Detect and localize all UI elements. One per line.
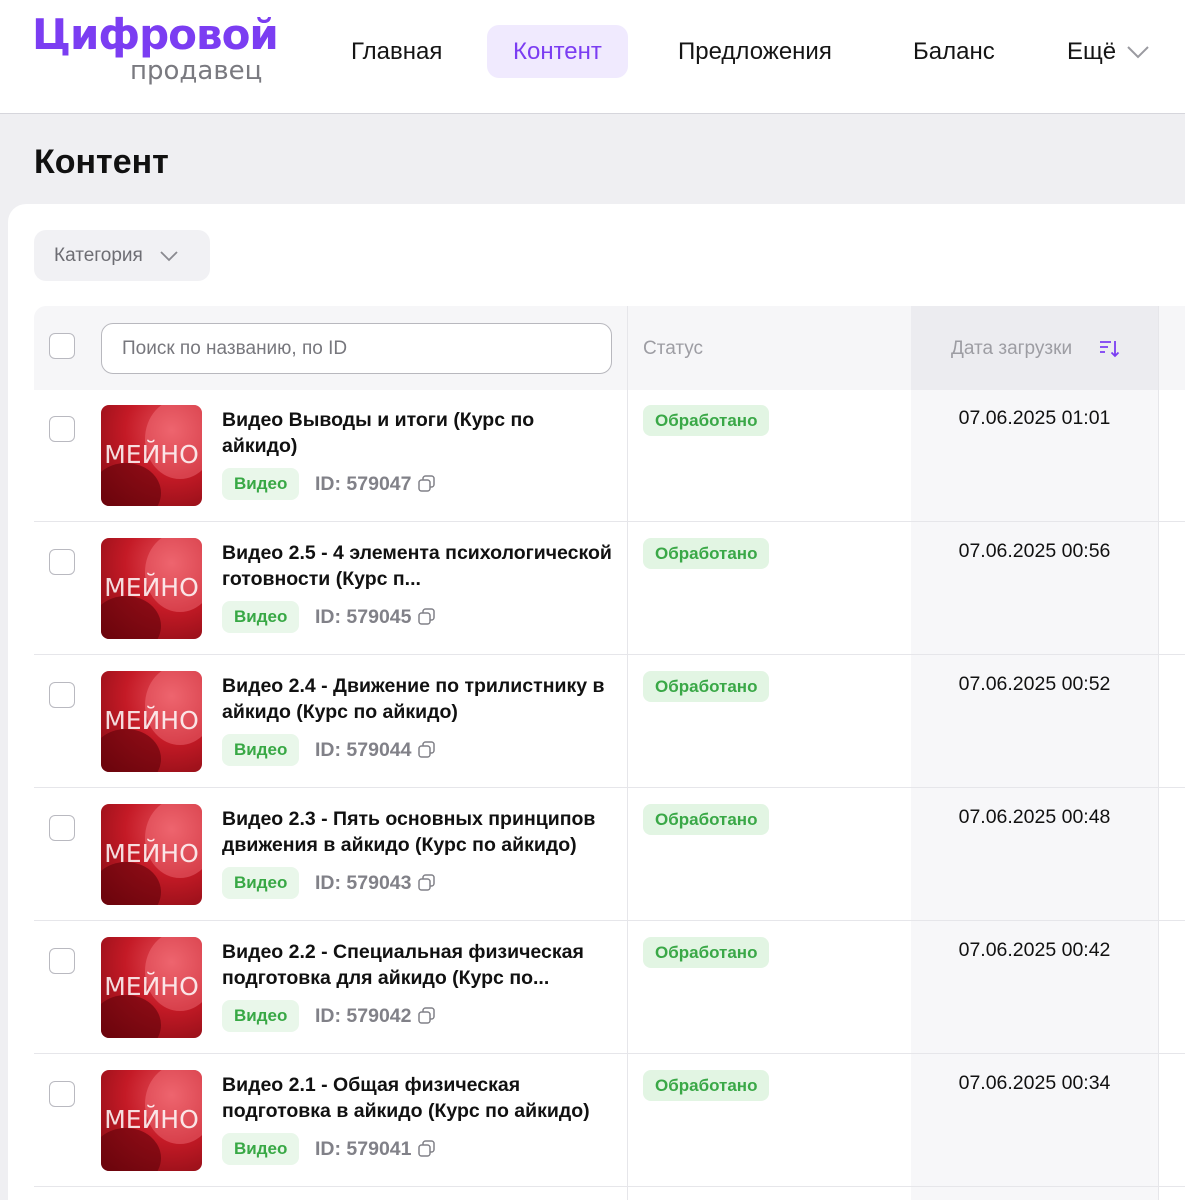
table-row[interactable]: МЕЙНО Видео 2.2 - Специальная физическая…: [34, 921, 1185, 1054]
nav-item-more[interactable]: Ещё: [1041, 25, 1176, 78]
nav-item-offers[interactable]: Предложения: [652, 25, 858, 78]
row-id-text: ID: 579044: [315, 739, 412, 761]
row-checkbox[interactable]: [49, 682, 75, 708]
thumbnail-text: МЕЙНО: [104, 839, 199, 868]
row-title[interactable]: Видео Выводы и итоги (Курс по айкидо): [222, 407, 612, 459]
status-badge: Обработано: [643, 671, 770, 702]
row-title[interactable]: Видео 2.5 - 4 элемента психологической г…: [222, 540, 612, 592]
row-upload-date: 07.06.2025 00:42: [958, 939, 1111, 961]
nav-item-balance[interactable]: Баланс: [887, 25, 1021, 78]
video-thumbnail[interactable]: МЕЙНО: [101, 538, 202, 639]
chevron-down-icon: [160, 250, 178, 261]
row-checkbox[interactable]: [49, 549, 75, 575]
row-title[interactable]: Видео 2.1 - Общая физическая подготовка …: [222, 1072, 612, 1124]
row-checkbox[interactable]: [49, 1081, 75, 1107]
copy-icon[interactable]: [417, 474, 437, 494]
top-header: Цифровой продавец Главная Контент Предло…: [0, 0, 1185, 114]
row-id: ID: 579041: [315, 1134, 437, 1164]
logo[interactable]: Цифровой продавец: [32, 8, 279, 88]
thumbnail-text: МЕЙНО: [104, 573, 199, 602]
table-row[interactable]: МЕЙНО Видео 2.4 - Движение по трилистник…: [34, 655, 1185, 788]
row-id-text: ID: 579047: [315, 473, 412, 495]
sort-descending-icon[interactable]: [1098, 338, 1120, 360]
thumbnail-text: МЕЙНО: [104, 972, 199, 1001]
type-badge: Видео: [222, 734, 300, 766]
copy-icon[interactable]: [417, 740, 437, 760]
column-header-status[interactable]: Статус: [643, 337, 703, 361]
category-filter-dropdown[interactable]: Категория: [34, 230, 210, 281]
table-row[interactable]: МЕЙНО Видео 2.3 - Пять основных принципо…: [34, 788, 1185, 921]
status-badge: Обработано: [643, 405, 770, 436]
video-thumbnail[interactable]: МЕЙНО: [101, 804, 202, 905]
column-header-upload-date[interactable]: Дата загрузки: [951, 337, 1072, 361]
thumbnail-text: МЕЙНО: [104, 1105, 199, 1134]
row-upload-date: 07.06.2025 01:01: [958, 407, 1111, 429]
row-id-text: ID: 579045: [315, 606, 412, 628]
type-badge: Видео: [222, 468, 300, 500]
row-id: ID: 579042: [315, 1001, 437, 1031]
nav-item-home[interactable]: Главная: [325, 25, 468, 78]
status-badge: Обработано: [643, 1070, 770, 1101]
row-title[interactable]: Видео 2.4 - Движение по трилистнику в ай…: [222, 673, 612, 725]
row-checkbox[interactable]: [49, 948, 75, 974]
nav-more-label: Ещё: [1067, 38, 1117, 65]
row-checkbox[interactable]: [49, 815, 75, 841]
video-thumbnail[interactable]: МЕЙНО: [101, 937, 202, 1038]
row-id: ID: 579044: [315, 735, 437, 765]
row-id: ID: 579045: [315, 602, 437, 632]
row-upload-date: 07.06.2025 00:52: [958, 673, 1111, 695]
logo-main-text: Цифровой: [32, 10, 279, 59]
thumbnail-text: МЕЙНО: [104, 440, 199, 469]
type-badge: Видео: [222, 1000, 300, 1032]
row-id-text: ID: 579042: [315, 1005, 412, 1027]
search-input[interactable]: [101, 323, 612, 374]
select-all-checkbox[interactable]: [49, 333, 75, 359]
status-badge: Обработано: [643, 804, 770, 835]
logo-sub-text: продавец: [130, 56, 263, 86]
type-badge: Видео: [222, 601, 300, 633]
row-id: ID: 579047: [315, 469, 437, 499]
type-badge: Видео: [222, 867, 300, 899]
chevron-down-icon: [1127, 45, 1149, 58]
copy-icon[interactable]: [417, 607, 437, 627]
row-id: ID: 579043: [315, 868, 437, 898]
row-title[interactable]: Видео 2.2 - Специальная физическая подго…: [222, 939, 612, 991]
video-thumbnail[interactable]: МЕЙНО: [101, 1070, 202, 1171]
type-badge: Видео: [222, 1133, 300, 1165]
row-upload-date: 07.06.2025 00:34: [958, 1072, 1111, 1094]
video-thumbnail[interactable]: МЕЙНО: [101, 671, 202, 772]
row-checkbox[interactable]: [49, 416, 75, 442]
row-upload-date: 07.06.2025 00:48: [958, 806, 1111, 828]
table-row[interactable]: МЕЙНО Видео 2.1 - Общая физическая подго…: [34, 1054, 1185, 1187]
copy-icon[interactable]: [417, 1139, 437, 1159]
category-filter-label: Категория: [54, 244, 143, 266]
page-title: Контент: [34, 143, 169, 181]
table-row[interactable]: МЕЙНО Видео Выводы и итоги (Курс по айки…: [34, 389, 1185, 522]
copy-icon[interactable]: [417, 1006, 437, 1026]
status-badge: Обработано: [643, 538, 770, 569]
row-upload-date: 07.06.2025 00:56: [958, 540, 1111, 562]
nav-item-content[interactable]: Контент: [487, 25, 628, 78]
table-row[interactable]: МЕЙНО Видео 2.5 - 4 элемента психологиче…: [34, 522, 1185, 655]
thumbnail-text: МЕЙНО: [104, 706, 199, 735]
row-id-text: ID: 579043: [315, 872, 412, 894]
status-badge: Обработано: [643, 937, 770, 968]
row-title[interactable]: Видео 2.3 - Пять основных принципов движ…: [222, 806, 612, 858]
video-thumbnail[interactable]: МЕЙНО: [101, 405, 202, 506]
row-id-text: ID: 579041: [315, 1138, 412, 1160]
copy-icon[interactable]: [417, 873, 437, 893]
